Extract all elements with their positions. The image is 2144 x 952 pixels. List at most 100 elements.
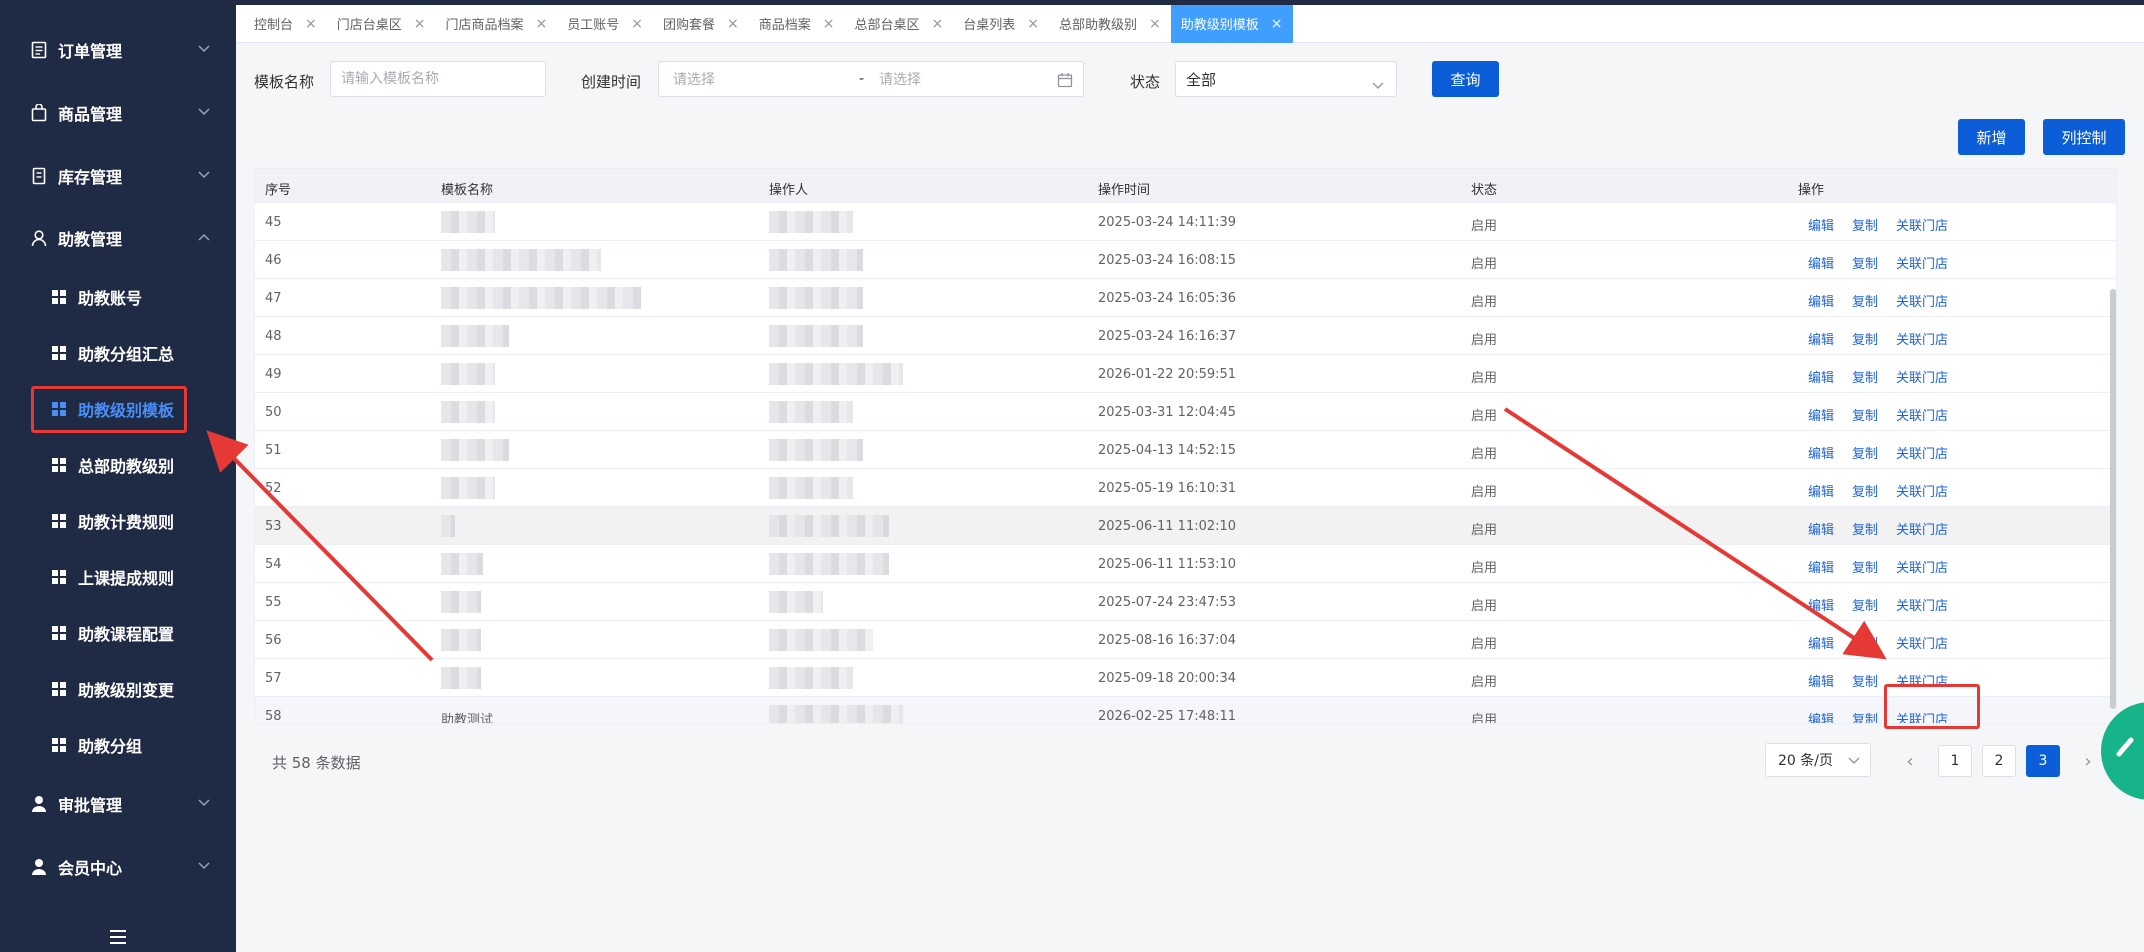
page-3[interactable]: 3 (2026, 745, 2060, 777)
copy-link[interactable]: 复制 (1852, 405, 1878, 424)
query-button[interactable]: 查询 (1432, 61, 1499, 97)
sidebar-item-assistant-account[interactable]: 助教账号 (0, 275, 236, 319)
copy-link[interactable]: 复制 (1852, 633, 1878, 652)
table-scrollbar[interactable] (2110, 289, 2116, 709)
nav-group-approval[interactable]: 审批管理 (0, 779, 236, 829)
link-store-link[interactable]: 关联门店 (1896, 633, 1948, 652)
copy-link[interactable]: 复制 (1852, 519, 1878, 538)
close-icon[interactable]: × (414, 16, 426, 32)
table-row[interactable]: 50 2025-03-31 12:04:45 启用 编辑 复制 关联门店 (255, 393, 2116, 431)
sidebar-item-hq-level[interactable]: 总部助教级别 (0, 443, 236, 487)
column-control-button[interactable]: 列控制 (2043, 119, 2125, 155)
close-icon[interactable]: × (305, 16, 317, 32)
tab-staff-accounts[interactable]: 员工账号 × (557, 5, 653, 43)
nav-group-orders[interactable]: 订单管理 (0, 25, 236, 75)
status-select[interactable]: 全部 (1175, 61, 1397, 97)
edit-link[interactable]: 编辑 (1808, 443, 1834, 462)
edit-link[interactable]: 编辑 (1808, 519, 1834, 538)
link-store-link[interactable]: 关联门店 (1896, 215, 1948, 234)
copy-link[interactable]: 复制 (1852, 367, 1878, 386)
page-2[interactable]: 2 (1982, 745, 2016, 777)
tab-hq-table-area[interactable]: 总部台桌区 × (845, 5, 954, 43)
edit-link[interactable]: 编辑 (1808, 329, 1834, 348)
copy-link[interactable]: 复制 (1852, 291, 1878, 310)
edit-link[interactable]: 编辑 (1808, 215, 1834, 234)
sidebar-item-grouping[interactable]: 助教分组 (0, 723, 236, 767)
tab-product-archive[interactable]: 商品档案 × (749, 5, 845, 43)
nav-group-inventory[interactable]: 库存管理 (0, 151, 236, 201)
link-store-link[interactable]: 关联门店 (1896, 367, 1948, 386)
table-row[interactable]: 52 2025-05-19 16:10:31 启用 编辑 复制 关联门店 (255, 469, 2116, 507)
tab-console[interactable]: 控制台 × (244, 5, 327, 43)
nav-group-members[interactable]: 会员中心 (0, 842, 236, 892)
edit-link[interactable]: 编辑 (1808, 253, 1834, 272)
copy-link[interactable]: 复制 (1852, 215, 1878, 234)
link-store-link[interactable]: 关联门店 (1896, 329, 1948, 348)
close-icon[interactable]: × (823, 16, 835, 32)
edit-link[interactable]: 编辑 (1808, 557, 1834, 576)
add-button[interactable]: 新增 (1958, 119, 2025, 155)
table-row[interactable]: 48 2025-03-24 16:16:37 启用 编辑 复制 关联门店 (255, 317, 2116, 355)
copy-link[interactable]: 复制 (1852, 253, 1878, 272)
copy-link[interactable]: 复制 (1852, 709, 1878, 723)
close-icon[interactable]: × (932, 16, 944, 32)
template-name-field[interactable] (330, 61, 546, 97)
table-row[interactable]: 51 2025-04-13 14:52:15 启用 编辑 复制 关联门店 (255, 431, 2116, 469)
tab-level-template[interactable]: 助教级别模板 × (1170, 4, 1293, 43)
date-end-input[interactable]: 请选择 (879, 69, 921, 89)
link-store-link[interactable]: 关联门店 (1896, 595, 1948, 614)
tab-store-table-area[interactable]: 门店台桌区 × (327, 5, 436, 43)
edit-link[interactable]: 编辑 (1808, 405, 1834, 424)
copy-link[interactable]: 复制 (1852, 329, 1878, 348)
table-row[interactable]: 57 2025-09-18 20:00:34 启用 编辑 复制 关联门店 (255, 659, 2116, 697)
calendar-icon[interactable] (1057, 72, 1073, 92)
copy-link[interactable]: 复制 (1852, 595, 1878, 614)
table-row[interactable]: 47 2025-03-24 16:05:36 启用 编辑 复制 关联门店 (255, 279, 2116, 317)
table-row[interactable]: 55 2025-07-24 23:47:53 启用 编辑 复制 关联门店 (255, 583, 2116, 621)
page-size-select[interactable]: 20 条/页 (1765, 743, 1871, 777)
tab-hq-assistant-level[interactable]: 总部助教级别 × (1049, 5, 1171, 43)
table-row[interactable]: 54 2025-06-11 11:53:10 启用 编辑 复制 关联门店 (255, 545, 2116, 583)
link-store-link[interactable]: 关联门店 (1896, 443, 1948, 462)
sidebar-item-course-config[interactable]: 助教课程配置 (0, 611, 236, 655)
date-start-input[interactable]: 请选择 (673, 69, 715, 89)
nav-group-products[interactable]: 商品管理 (0, 88, 236, 138)
edit-link[interactable]: 编辑 (1808, 633, 1834, 652)
copy-link[interactable]: 复制 (1852, 671, 1878, 690)
table-row[interactable]: 56 2025-08-16 16:37:04 启用 编辑 复制 关联门店 (255, 621, 2116, 659)
tab-table-list[interactable]: 台桌列表 × (953, 5, 1049, 43)
close-icon[interactable]: × (727, 16, 739, 32)
link-store-link[interactable]: 关联门店 (1896, 481, 1948, 500)
edit-link[interactable]: 编辑 (1808, 367, 1834, 386)
close-icon[interactable]: × (536, 16, 548, 32)
template-name-input[interactable] (341, 71, 545, 87)
close-icon[interactable]: × (1149, 16, 1161, 32)
menu-collapse-icon[interactable] (110, 930, 126, 944)
edit-link[interactable]: 编辑 (1808, 595, 1834, 614)
nav-group-assistant[interactable]: 助教管理 (0, 213, 236, 263)
copy-link[interactable]: 复制 (1852, 557, 1878, 576)
edit-link[interactable]: 编辑 (1808, 671, 1834, 690)
link-store-link[interactable]: 关联门店 (1896, 519, 1948, 538)
next-page-icon[interactable]: › (2071, 745, 2105, 777)
sidebar-item-group-summary[interactable]: 助教分组汇总 (0, 331, 236, 375)
close-icon[interactable]: × (1271, 16, 1283, 32)
close-icon[interactable]: × (631, 16, 643, 32)
date-range-picker[interactable]: 请选择 - 请选择 (658, 61, 1084, 97)
edit-link[interactable]: 编辑 (1808, 291, 1834, 310)
copy-link[interactable]: 复制 (1852, 481, 1878, 500)
table-row[interactable]: 53 2025-06-11 11:02:10 启用 编辑 复制 关联门店 (255, 507, 2116, 545)
page-1[interactable]: 1 (1938, 745, 1972, 777)
link-store-link[interactable]: 关联门店 (1896, 557, 1948, 576)
edit-link[interactable]: 编辑 (1808, 481, 1834, 500)
table-row[interactable]: 49 2026-01-22 20:59:51 启用 编辑 复制 关联门店 (255, 355, 2116, 393)
table-row[interactable]: 45 2025-03-24 14:11:39 启用 编辑 复制 关联门店 (255, 203, 2116, 241)
table-row[interactable]: 46 2025-03-24 16:08:15 启用 编辑 复制 关联门店 (255, 241, 2116, 279)
tab-group-packages[interactable]: 团购套餐 × (653, 5, 749, 43)
link-store-link[interactable]: 关联门店 (1896, 291, 1948, 310)
link-store-link[interactable]: 关联门店 (1896, 405, 1948, 424)
prev-page-icon[interactable]: ‹ (1893, 745, 1927, 777)
sidebar-item-level-change[interactable]: 助教级别变更 (0, 667, 236, 711)
link-store-link[interactable]: 关联门店 (1896, 253, 1948, 272)
sidebar-item-billing-rules[interactable]: 助教计费规则 (0, 499, 236, 543)
